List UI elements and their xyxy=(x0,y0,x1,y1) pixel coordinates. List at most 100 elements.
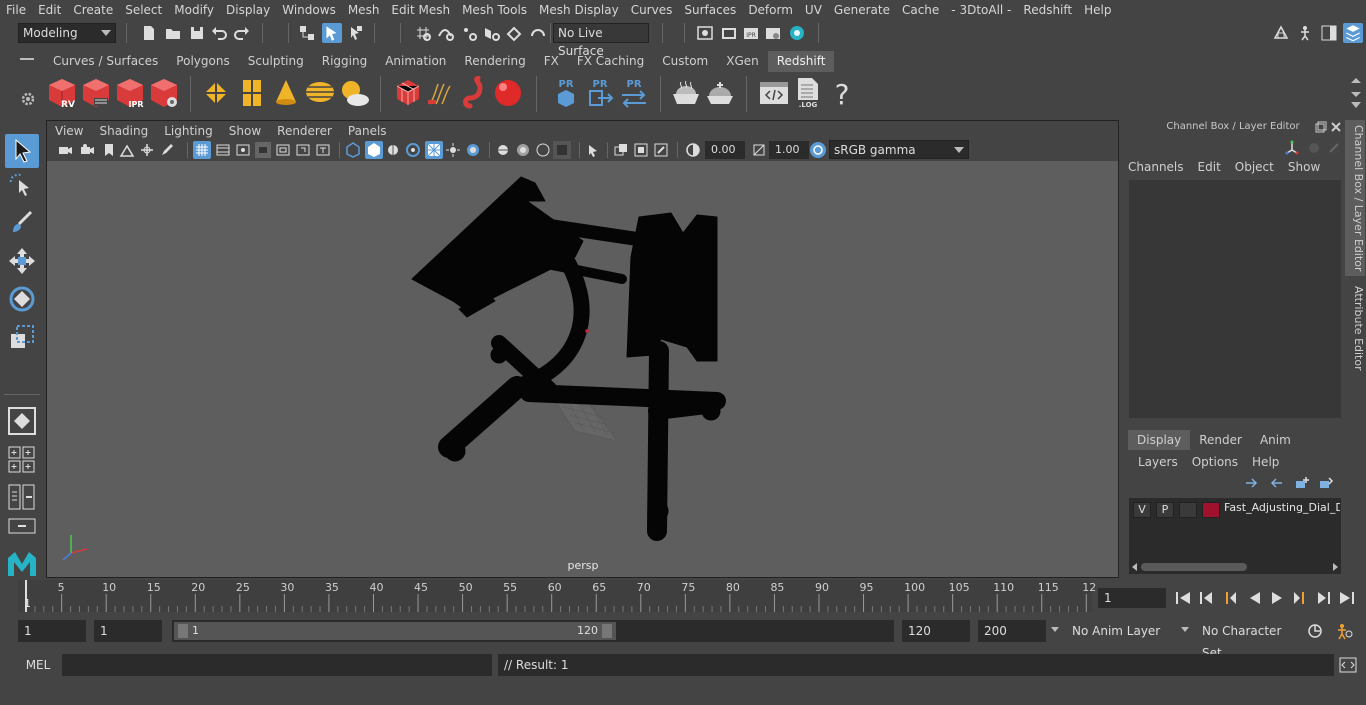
ipr-render-icon[interactable]: IPR xyxy=(742,24,760,42)
wireframe-icon[interactable] xyxy=(345,142,361,158)
playback-start-field[interactable]: 1 xyxy=(94,620,162,642)
menu-modify[interactable]: Modify xyxy=(168,0,220,20)
channel-list[interactable] xyxy=(1129,180,1341,418)
cb-menu-edit[interactable]: Edit xyxy=(1198,160,1221,174)
tab-rendering[interactable]: Rendering xyxy=(455,51,534,72)
time-slider[interactable]: 5 10 15 20 25 30 35 40 45 50 55 60 65 70 75 80 85 90 95 100… xyxy=(18,580,1096,612)
menu-edit[interactable]: Edit xyxy=(32,0,67,20)
shelf-scroll-icon[interactable] xyxy=(1350,76,1362,112)
tab-sculpting[interactable]: Sculpting xyxy=(239,51,313,72)
redshift-ipr-icon[interactable]: IPR xyxy=(114,76,146,110)
select-component-icon[interactable] xyxy=(346,24,364,42)
vp-menu-renderer[interactable]: Renderer xyxy=(269,122,340,140)
playback-end-field[interactable]: 120 xyxy=(902,620,970,642)
modeling-toolkit-icon[interactable] xyxy=(1272,24,1290,42)
layer-color-swatch[interactable] xyxy=(1202,502,1220,518)
redshift-batch-render-icon[interactable] xyxy=(80,76,112,110)
new-layer-from-selection-icon[interactable] xyxy=(1318,476,1334,490)
layout-outliner-icon[interactable] xyxy=(8,518,36,534)
tab-render[interactable]: Render xyxy=(1190,430,1251,450)
chair-model[interactable] xyxy=(411,176,726,541)
menu-windows[interactable]: Windows xyxy=(276,0,342,20)
film-gate-icon[interactable] xyxy=(215,142,231,158)
step-back-icon[interactable] xyxy=(1198,590,1216,606)
layer-scrollbar[interactable] xyxy=(1131,562,1339,572)
bookmark-icon[interactable] xyxy=(101,142,117,158)
menu-file[interactable]: File xyxy=(0,0,32,20)
smooth-shade-icon[interactable] xyxy=(365,141,383,159)
redshift-pr-export-icon[interactable]: PR xyxy=(584,76,616,110)
chevron-down-icon[interactable] xyxy=(1050,626,1060,634)
tab-polygons[interactable]: Polygons xyxy=(167,51,238,72)
tab-attribute-editor[interactable]: Attribute Editor xyxy=(1345,280,1365,376)
tab-redshift[interactable]: Redshift xyxy=(767,51,835,72)
menu-select[interactable]: Select xyxy=(119,0,168,20)
shelf-menu-handle[interactable] xyxy=(20,58,34,60)
layer-menu-layers[interactable]: Layers xyxy=(1138,455,1178,469)
cb-menu-show[interactable]: Show xyxy=(1288,160,1320,174)
soft-select-tool[interactable] xyxy=(5,404,39,438)
animation-end-field[interactable]: 200 xyxy=(978,620,1046,642)
go-to-start-icon[interactable] xyxy=(1174,590,1192,606)
range-start-grip[interactable] xyxy=(178,624,188,638)
redshift-settings-icon[interactable] xyxy=(148,76,180,110)
isolate-select-icon[interactable] xyxy=(553,141,571,159)
vp-menu-panels[interactable]: Panels xyxy=(340,122,395,140)
snap-point-icon[interactable] xyxy=(460,24,478,42)
float-panel-icon[interactable] xyxy=(1315,121,1327,133)
animation-start-field[interactable]: 1 xyxy=(18,620,86,642)
redshift-sun-sky-icon[interactable] xyxy=(338,76,370,110)
snap-view-plane-icon[interactable] xyxy=(483,24,501,42)
menu-edit-mesh[interactable]: Edit Mesh xyxy=(385,0,456,20)
construction-history-icon[interactable] xyxy=(696,24,714,42)
menu-mesh-tools[interactable]: Mesh Tools xyxy=(456,0,533,20)
camera-attributes-icon[interactable] xyxy=(79,142,95,158)
menu-mesh-display[interactable]: Mesh Display xyxy=(533,0,625,20)
snap-curve-icon[interactable] xyxy=(437,24,455,42)
depth-of-field-icon[interactable] xyxy=(535,142,551,158)
grease-pencil-icon[interactable] xyxy=(159,142,175,158)
anim-layer-dropdown[interactable]: No Anim Layer xyxy=(1066,620,1176,642)
scene-view[interactable] xyxy=(47,161,1118,577)
redshift-dome-light-icon[interactable] xyxy=(304,76,336,110)
workspace-dropdown[interactable]: Modeling xyxy=(18,23,116,43)
field-chart-icon[interactable] xyxy=(275,142,291,158)
tab-fx-caching[interactable]: FX Caching xyxy=(568,51,653,72)
layer-display-type[interactable] xyxy=(1179,502,1197,518)
safe-action-icon[interactable] xyxy=(295,142,311,158)
motion-blur-icon[interactable] xyxy=(495,142,511,158)
xray-icon[interactable] xyxy=(613,142,629,158)
tab-custom[interactable]: Custom xyxy=(653,51,717,72)
scroll-left-icon[interactable] xyxy=(1131,563,1139,571)
menu-curves[interactable]: Curves xyxy=(625,0,679,20)
new-layer-icon[interactable] xyxy=(1294,476,1310,490)
menu-display[interactable]: Display xyxy=(220,0,276,20)
speed-icon[interactable] xyxy=(1306,140,1322,156)
open-scene-icon[interactable] xyxy=(164,24,182,42)
camera-select-icon[interactable] xyxy=(57,142,73,158)
scale-tool[interactable] xyxy=(5,320,39,354)
script-language-toggle[interactable]: MEL xyxy=(18,655,58,675)
redshift-pr-object-icon[interactable]: PR xyxy=(550,76,582,110)
cb-menu-channels[interactable]: Channels xyxy=(1128,160,1184,174)
vp-menu-view[interactable]: View xyxy=(47,122,91,140)
step-forward-icon[interactable] xyxy=(1314,590,1332,606)
menu-generate[interactable]: Generate xyxy=(828,0,896,20)
gamma-icon[interactable] xyxy=(751,142,767,158)
rotate-tool[interactable] xyxy=(5,282,39,316)
resolution-gate-icon[interactable] xyxy=(235,142,251,158)
tab-fx[interactable]: FX xyxy=(535,51,568,72)
layer-menu-options[interactable]: Options xyxy=(1192,455,1238,469)
chevron-down-icon[interactable] xyxy=(1180,626,1190,634)
redshift-script-icon[interactable] xyxy=(758,76,790,110)
close-icon[interactable] xyxy=(1330,121,1342,133)
go-to-end-icon[interactable] xyxy=(1338,590,1356,606)
redshift-volume-icon[interactable] xyxy=(392,76,424,110)
image-plane-icon[interactable] xyxy=(119,142,135,158)
range-slider-handle[interactable]: 1 120 xyxy=(174,622,616,640)
safe-title-icon[interactable] xyxy=(315,142,331,158)
viewport-canvas[interactable]: persp xyxy=(47,161,1118,577)
script-editor-icon[interactable] xyxy=(1338,656,1358,674)
snap-grid-icon[interactable] xyxy=(414,24,432,42)
move-tool[interactable] xyxy=(5,244,39,278)
